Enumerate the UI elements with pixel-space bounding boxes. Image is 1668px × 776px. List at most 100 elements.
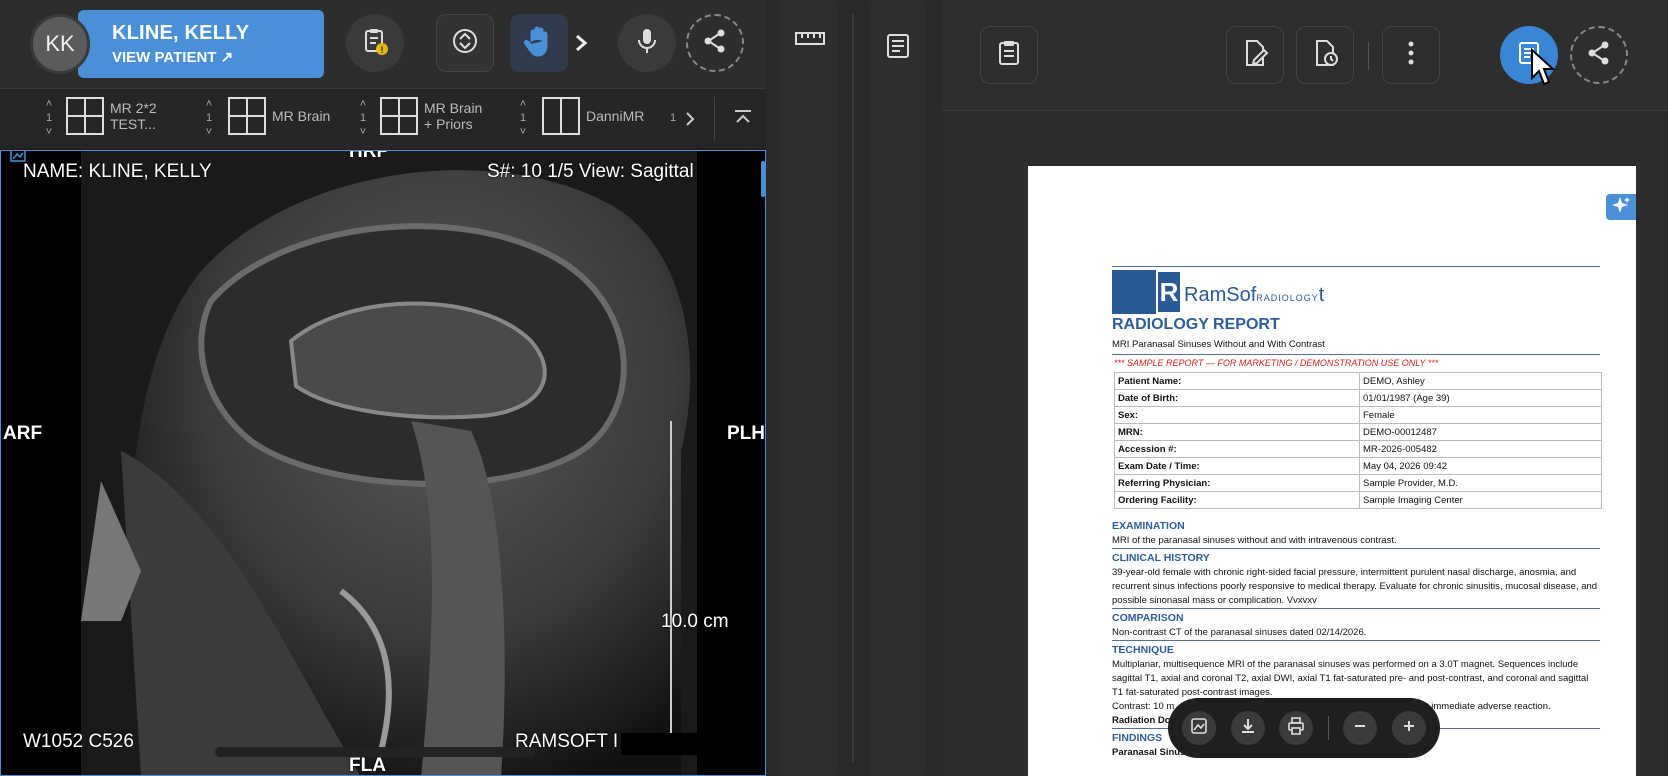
rule bbox=[1112, 608, 1600, 609]
table-row: Ordering Facility: Sample Imaging Center bbox=[1114, 491, 1602, 509]
orientation-right: PLH bbox=[727, 423, 765, 444]
download-button[interactable] bbox=[1230, 711, 1265, 745]
contrast-text-tail: t immediate adverse reaction. bbox=[1426, 701, 1551, 712]
layout-stepper[interactable]: ˄ 1 ˅ bbox=[202, 97, 216, 141]
plus-icon bbox=[1400, 717, 1418, 740]
collapse-up-icon bbox=[730, 110, 756, 135]
edit-document-icon bbox=[1240, 38, 1270, 73]
report-status-button[interactable]: ! bbox=[346, 14, 404, 72]
layout-item-mr-brain[interactable]: MR Brain bbox=[228, 97, 330, 135]
logo-r: R bbox=[1158, 272, 1180, 312]
split-grid-icon bbox=[542, 97, 580, 135]
section-heading: EXAMINATION bbox=[1112, 520, 1185, 532]
microphone-icon bbox=[634, 26, 660, 61]
scroll-sync-button[interactable] bbox=[436, 14, 494, 72]
layout-item-mr-2x2[interactable]: MR 2*2 TEST... bbox=[66, 97, 157, 135]
pan-tool-button[interactable] bbox=[510, 14, 568, 72]
dictation-button[interactable] bbox=[618, 14, 676, 72]
view-patient-link[interactable]: VIEW PATIENT ↗ bbox=[112, 48, 233, 66]
series-info-overlay: S#: 10 1/5 View: Sagittal bbox=[487, 161, 694, 182]
report-document[interactable]: R RamSofRADIOLOGYt RADIOLOGY REPORT MRI … bbox=[1028, 166, 1636, 776]
image-icon bbox=[1189, 716, 1209, 741]
field-key: Sex: bbox=[1114, 406, 1360, 424]
avatar[interactable]: KK bbox=[30, 14, 90, 74]
field-key: Exam Date / Time: bbox=[1114, 457, 1360, 475]
field-value: May 04, 2026 09:42 bbox=[1359, 457, 1602, 475]
layout-label: DanniMR bbox=[586, 108, 645, 124]
stack-scrollbar[interactable] bbox=[761, 161, 765, 197]
layout-label: + Priors bbox=[424, 116, 473, 132]
layout-scroll-right[interactable] bbox=[680, 107, 700, 131]
hand-icon bbox=[523, 24, 555, 63]
table-row: Exam Date / Time: May 04, 2026 09:42 bbox=[1114, 457, 1602, 475]
field-key: Patient Name: bbox=[1114, 372, 1360, 390]
report-clipboard-button[interactable] bbox=[980, 26, 1038, 84]
table-row: MRN: DEMO-00012487 bbox=[1114, 423, 1602, 441]
divider bbox=[714, 97, 715, 141]
divider bbox=[1368, 42, 1369, 70]
share-button[interactable] bbox=[686, 14, 744, 72]
edit-report-button[interactable] bbox=[1226, 26, 1284, 84]
report-share-button[interactable] bbox=[1570, 26, 1628, 84]
contrast-text: Contrast: 10 m bbox=[1112, 701, 1175, 712]
ai-assist-button[interactable] bbox=[1606, 194, 1636, 220]
share-icon bbox=[701, 27, 729, 60]
download-icon bbox=[1238, 716, 1258, 741]
sparkle-icon bbox=[1612, 196, 1630, 219]
image-viewport[interactable]: NAME: KLINE, KELLY S#: 10 1/5 View: Sagi… bbox=[0, 150, 766, 776]
mri-sagittal-image[interactable] bbox=[81, 151, 697, 775]
quad-grid-icon bbox=[228, 97, 266, 135]
table-row: Date of Birth: 01/01/1987 (Age 39) bbox=[1114, 389, 1602, 407]
field-value: Female bbox=[1359, 406, 1602, 424]
ruler-icon bbox=[794, 32, 826, 52]
kebab-menu-icon bbox=[1407, 40, 1415, 71]
field-key: Accession #: bbox=[1114, 440, 1360, 458]
zoom-out-button[interactable] bbox=[1343, 711, 1378, 745]
horizontal-scrollbar[interactable] bbox=[215, 747, 535, 757]
quad-grid-icon bbox=[66, 97, 104, 135]
report-title: RADIOLOGY REPORT bbox=[1112, 316, 1280, 333]
field-key: Ordering Facility: bbox=[1114, 491, 1360, 509]
more-options-button[interactable] bbox=[1382, 26, 1440, 84]
document-history-icon bbox=[1310, 38, 1340, 73]
share-icon bbox=[1585, 39, 1613, 72]
layout-stepper[interactable]: ˄ 1 ˅ bbox=[42, 97, 56, 141]
field-value: 01/01/1987 (Age 39) bbox=[1359, 389, 1602, 407]
scale-label: 10.0 cm bbox=[661, 611, 729, 632]
svg-text:!: ! bbox=[381, 45, 384, 55]
layout-stepper[interactable]: 1 bbox=[666, 97, 680, 141]
divider bbox=[852, 14, 854, 762]
layout-label: MR Brain bbox=[424, 100, 483, 116]
chevron-right-icon bbox=[570, 34, 592, 62]
field-value: Sample Imaging Center bbox=[1359, 491, 1602, 509]
layout-stepper[interactable]: ˄ 1 ˅ bbox=[356, 97, 370, 141]
patient-name[interactable]: KLINE, KELLY bbox=[112, 22, 249, 45]
radiation-text: Radiation Do bbox=[1112, 715, 1171, 726]
collapse-bar-button[interactable] bbox=[730, 105, 756, 131]
minus-icon bbox=[1351, 717, 1369, 740]
report-subtitle: MRI Paranasal Sinuses Without and With C… bbox=[1112, 339, 1325, 350]
more-tools-chevron[interactable] bbox=[570, 28, 592, 58]
clipboard-icon bbox=[994, 38, 1024, 73]
zoom-in-button[interactable] bbox=[1391, 711, 1426, 745]
viewer-header: KK KLINE, KELLY VIEW PATIENT ↗ ! bbox=[0, 0, 766, 88]
layout-label: TEST... bbox=[110, 116, 156, 132]
print-button[interactable] bbox=[1279, 711, 1314, 745]
section-text: 39-year-old female with chronic right-si… bbox=[1112, 567, 1598, 606]
field-value: DEMO-00012487 bbox=[1359, 423, 1602, 441]
divider bbox=[1327, 716, 1329, 740]
notes-button[interactable] bbox=[884, 32, 912, 65]
field-key: Referring Physician: bbox=[1114, 474, 1360, 492]
mouse-cursor-icon bbox=[1530, 47, 1556, 93]
section-heading: COMPARISON bbox=[1112, 612, 1184, 624]
section-text: Non-contrast CT of the paranasal sinuses… bbox=[1112, 627, 1367, 638]
layout-item-dannimr[interactable]: DanniMR bbox=[542, 97, 644, 135]
layout-stepper[interactable]: ˄ 1 ˅ bbox=[516, 97, 530, 141]
chevron-right-icon bbox=[680, 112, 700, 135]
image-view-button[interactable] bbox=[1182, 711, 1217, 745]
report-history-button[interactable] bbox=[1296, 26, 1354, 84]
ruler-tool-button[interactable] bbox=[794, 28, 826, 53]
layout-label: MR Brain bbox=[272, 108, 331, 124]
layout-item-mr-brain-priors[interactable]: MR Brain + Priors bbox=[380, 97, 482, 135]
redaction-box bbox=[621, 733, 717, 755]
